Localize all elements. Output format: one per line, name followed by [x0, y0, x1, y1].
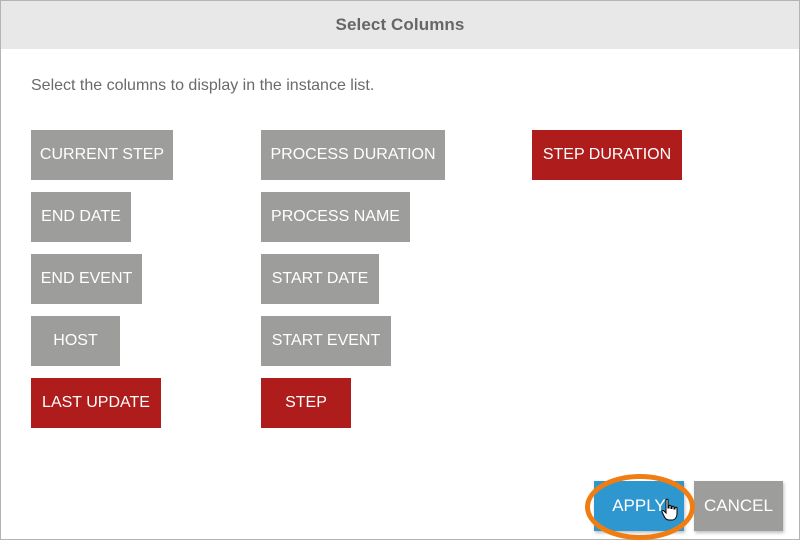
column-toggle-label: PROCESS NAME	[271, 208, 400, 225]
apply-label: APPLY	[612, 496, 666, 515]
dialog-header: Select Columns	[1, 1, 799, 49]
column-toggle-label: STEP	[285, 394, 327, 411]
column-toggle-step-duration[interactable]: STEP DURATION	[532, 130, 682, 180]
column-toggle-label: HOST	[53, 332, 98, 349]
dialog-instructions: Select the columns to display in the ins…	[31, 77, 375, 94]
column-toggle-label: PROCESS DURATION	[270, 146, 436, 163]
dialog-title: Select Columns	[335, 15, 465, 34]
column-toggle-host[interactable]: HOST	[31, 316, 120, 366]
column-toggle-label: START EVENT	[271, 332, 381, 349]
column-toggle-step[interactable]: STEP	[261, 378, 351, 428]
column-toggle-last-update[interactable]: LAST UPDATE	[31, 378, 161, 428]
column-toggle-label: LAST UPDATE	[42, 394, 150, 411]
column-toggle-process-duration[interactable]: PROCESS DURATION	[261, 130, 445, 180]
column-toggle-start-event[interactable]: START EVENT	[261, 316, 391, 366]
column-toggle-end-date[interactable]: END DATE	[31, 192, 131, 242]
column-toggle-start-date[interactable]: START DATE	[261, 254, 379, 304]
cancel-label: CANCEL	[704, 496, 773, 515]
column-toggle-label: CURRENT STEP	[39, 146, 165, 163]
column-toggle-label: START DATE	[271, 270, 369, 287]
column-toggle-end-event[interactable]: END EVENT	[31, 254, 142, 304]
cancel-button[interactable]: CANCEL	[694, 481, 783, 531]
apply-button[interactable]: APPLY	[594, 481, 684, 531]
column-toggle-current-step[interactable]: CURRENT STEP	[31, 130, 173, 180]
column-toggle-label: END EVENT	[40, 270, 133, 287]
column-toggle-label: STEP DURATION	[542, 146, 672, 163]
column-toggle-label: END DATE	[41, 208, 121, 225]
column-toggle-process-name[interactable]: PROCESS NAME	[261, 192, 410, 242]
